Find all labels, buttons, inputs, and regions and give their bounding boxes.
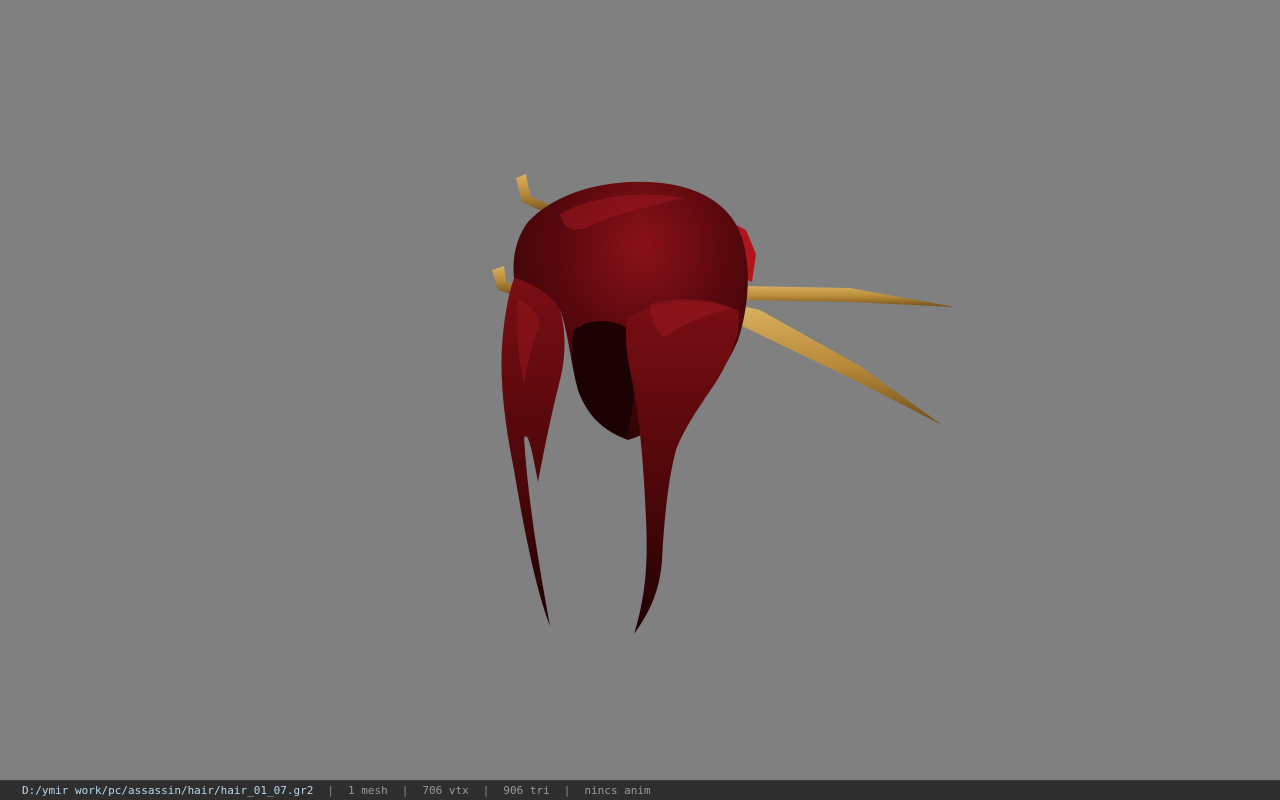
mesh-count: 1 mesh — [348, 784, 388, 797]
hair-model-render[interactable] — [0, 0, 1280, 780]
separator: | — [401, 784, 409, 797]
separator: | — [482, 784, 490, 797]
animation-status: nincs anim — [584, 784, 651, 797]
file-path: D:/ymir work/pc/assassin/hair/hair_01_07… — [22, 784, 314, 797]
3d-viewport[interactable] — [0, 0, 1280, 780]
hairpin-right — [742, 286, 955, 425]
separator: | — [327, 784, 335, 797]
hair-mesh — [501, 181, 748, 634]
status-bar: D:/ymir work/pc/assassin/hair/hair_01_07… — [0, 780, 1280, 800]
triangle-count: 906 tri — [503, 784, 550, 797]
separator: | — [563, 784, 571, 797]
vertex-count: 706 vtx — [422, 784, 469, 797]
